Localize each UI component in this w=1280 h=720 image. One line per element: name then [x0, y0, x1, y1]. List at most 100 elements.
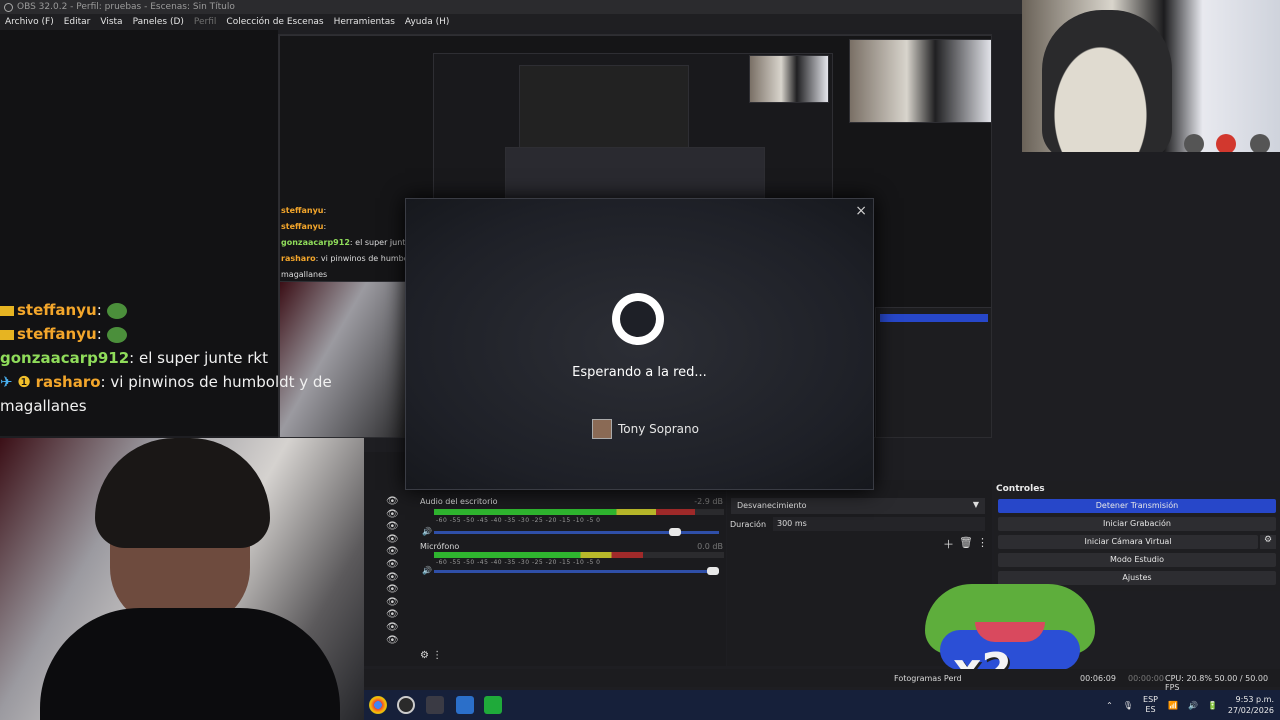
eye-icon[interactable]: 👁 [386, 572, 406, 585]
badge-icon [0, 305, 14, 316]
chrome-icon[interactable] [369, 696, 387, 714]
chat-message: steffanyu: [0, 298, 420, 322]
language-indicator[interactable]: ESP ES [1143, 695, 1158, 715]
status-bar: Fotogramas Perd 00:06:09 00:00:00 CPU: 2… [364, 669, 1280, 692]
chat-message: ✈ ❶ rasharo: vi pinwinos de humboldt y d… [0, 370, 420, 394]
start-virtual-camera-button[interactable]: Iniciar Cámara Virtual [998, 535, 1258, 549]
steam-dialog: × Esperando a la red... Tony Soprano [405, 198, 874, 490]
gear-icon[interactable]: ⚙ [1260, 535, 1276, 549]
chat-username: steffanyu [17, 301, 97, 319]
chat-separator: : [96, 325, 102, 343]
gear-icon[interactable]: ⚙ [420, 650, 429, 661]
penguin-image [1042, 10, 1172, 152]
duration-label: Duración [730, 520, 767, 529]
chat-separator: : [100, 373, 106, 391]
scene-visibility-column: 👁 👁 👁 👁 👁 👁 👁 👁 👁 👁 👁 👁 [386, 496, 406, 647]
obs-icon[interactable] [397, 696, 415, 714]
steam-status-text: Esperando a la red... [572, 365, 707, 380]
chat-separator: : [129, 349, 135, 367]
menu-paneles[interactable]: Paneles (D) [128, 17, 189, 27]
rec-timer: 00:00:00 [1128, 674, 1164, 683]
eye-icon[interactable]: 👁 [386, 546, 406, 559]
chat-messages: steffanyu: steffanyu: gonzaacarp912: el … [0, 298, 420, 418]
close-icon[interactable]: × [855, 203, 867, 219]
start-recording-button[interactable]: Iniciar Grabación [998, 517, 1276, 531]
hangup-icon[interactable] [1216, 134, 1236, 152]
duration-value: 300 ms [777, 519, 807, 528]
meter-ticks: -60 -55 -50 -45 -40 -35 -30 -25 -20 -15 … [436, 517, 601, 524]
studio-mode-button[interactable]: Modo Estudio [998, 553, 1276, 567]
volume-knob[interactable] [707, 567, 719, 575]
emote-icon [106, 302, 127, 319]
eye-icon[interactable]: 👁 [386, 521, 406, 534]
volume-icon[interactable]: 🔊 [1188, 701, 1198, 710]
stop-streaming-button[interactable]: Detener Transmisión [998, 499, 1276, 513]
emote-icon [106, 326, 127, 343]
chat-text: vi pinwinos de humboldt y de [110, 373, 332, 391]
live-timer: 00:06:09 [1080, 674, 1116, 683]
transition-type: Desvanecimiento [737, 501, 807, 510]
more-icon[interactable]: ⋮ [977, 536, 988, 549]
chat-message: steffanyu: [0, 322, 420, 346]
clock[interactable]: 9:53 p.m. 27/02/2026 [1228, 694, 1274, 716]
nested-controls [875, 307, 991, 437]
chat-text: el super junte rkt [139, 349, 268, 367]
eye-icon[interactable]: 👁 [386, 609, 406, 622]
eye-icon[interactable]: 👁 [386, 496, 406, 509]
volume-knob[interactable] [668, 528, 681, 536]
mixer-track-mic: Micrófono 0.0 dB -60 -55 -50 -45 -40 -35… [420, 542, 725, 582]
meter-ticks: -60 -55 -50 -45 -40 -35 -30 -25 -20 -15 … [436, 559, 601, 566]
chat-username: steffanyu [17, 325, 97, 343]
more-icon[interactable]: ⋮ [432, 650, 442, 661]
eye-icon[interactable]: 👁 [386, 584, 406, 597]
steam-logo-icon [612, 293, 664, 345]
menu-perfil[interactable]: Perfil [189, 17, 222, 27]
wifi-icon[interactable]: 📶 [1168, 701, 1178, 710]
chat-message: magallanes [0, 394, 420, 418]
eye-icon[interactable]: 👁 [386, 534, 406, 547]
track-name: Micrófono [420, 542, 460, 551]
snipping-tool-icon[interactable] [426, 696, 444, 714]
chevron-down-icon: ▼ [972, 500, 979, 509]
add-icon[interactable]: ＋ [943, 536, 954, 552]
speaker-icon[interactable]: 🔊 [422, 527, 432, 536]
mic-tray-icon[interactable]: 🎙 [1123, 701, 1133, 710]
window-title-bar: OBS 32.0.2 - Perfil: pruebas - Escenas: … [0, 0, 1022, 14]
volume-slider[interactable] [434, 528, 719, 536]
menu-ayuda[interactable]: Ayuda (H) [400, 17, 454, 27]
obs-logo-icon [4, 2, 13, 12]
speaker-icon[interactable]: 🔊 [422, 566, 432, 575]
volume-slider[interactable] [434, 567, 719, 575]
eye-icon[interactable]: 👁 [386, 597, 406, 610]
trash-icon[interactable]: 🗑 [959, 536, 973, 549]
window-title: OBS 32.0.2 - Perfil: pruebas - Escenas: … [17, 2, 235, 12]
menu-archivo[interactable]: Archivo (F) [0, 17, 59, 27]
menu-editar[interactable]: Editar [59, 17, 96, 27]
menu-bar: Archivo (F) Editar Vista Paneles (D) Per… [0, 14, 1022, 30]
app-icon[interactable] [456, 696, 474, 714]
streamer-shirt [40, 608, 340, 720]
nested-penguin-cam [749, 55, 829, 103]
duration-input[interactable]: 300 ms [773, 517, 985, 531]
eye-icon[interactable]: 👁 [386, 622, 406, 635]
eye-icon[interactable]: 👁 [386, 635, 406, 648]
transition-select[interactable]: Desvanecimiento ▼ [731, 498, 985, 514]
menu-herramientas[interactable]: Herramientas [329, 17, 400, 27]
menu-coleccion-escenas[interactable]: Colección de Escenas [221, 17, 328, 27]
green-app-icon[interactable] [484, 696, 502, 714]
battery-icon[interactable]: 🔋 [1208, 701, 1218, 710]
track-db: 0.0 dB [697, 542, 723, 551]
eye-icon[interactable]: 👁 [386, 559, 406, 572]
chat-username: rasharo [35, 373, 101, 391]
streamer-hair [95, 438, 270, 548]
menu-vista[interactable]: Vista [95, 17, 127, 27]
camera-toggle-icon[interactable] [1184, 134, 1204, 152]
avatar [592, 419, 612, 439]
track-name: Audio del escritorio [420, 497, 498, 506]
crown-badge-icon [0, 329, 14, 340]
mic-icon[interactable] [1250, 134, 1270, 152]
chevron-up-icon[interactable]: ⌃ [1106, 701, 1113, 710]
nested-penguin-cam [849, 39, 991, 123]
eye-icon[interactable]: 👁 [386, 509, 406, 522]
volume-meter [434, 552, 724, 558]
